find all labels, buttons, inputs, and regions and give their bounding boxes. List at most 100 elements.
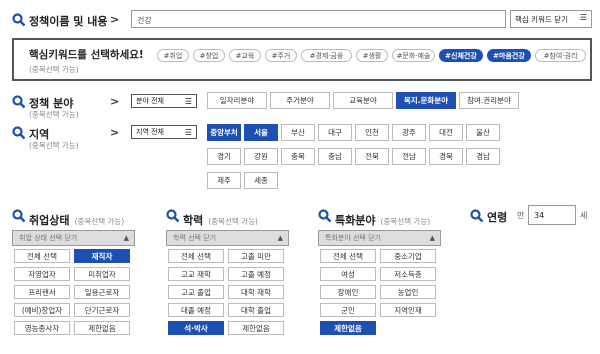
- employment-option[interactable]: 프리랜서: [14, 285, 70, 299]
- search-icon: [12, 13, 26, 27]
- education-select-label: 학력 선택 닫기: [173, 234, 217, 242]
- keyword-chip[interactable]: #경제·금융: [301, 49, 352, 62]
- specialty-option[interactable]: 중소기업: [380, 249, 436, 263]
- region-option[interactable]: 대구: [318, 124, 352, 141]
- education-option[interactable]: 고졸 미만: [228, 249, 284, 263]
- employment-option[interactable]: 제한없음: [74, 321, 130, 335]
- region-option[interactable]: 인천: [355, 124, 389, 141]
- specialty-option[interactable]: 제한없음: [320, 321, 376, 335]
- search-input[interactable]: 건강: [131, 10, 506, 28]
- keyword-chip[interactable]: #생활: [356, 49, 388, 62]
- specialty-option[interactable]: 농업인: [380, 285, 436, 299]
- specialty-option[interactable]: 지역인재: [380, 303, 436, 317]
- employment-option[interactable]: 전체 선택: [14, 249, 70, 263]
- specialty-option[interactable]: 저소득층: [380, 267, 436, 281]
- age-input[interactable]: 34: [528, 205, 576, 225]
- policy-field-option[interactable]: 교육분야: [333, 92, 393, 109]
- specialty-option[interactable]: 전체 선택: [320, 249, 376, 263]
- chevron-right-icon: >: [110, 95, 120, 108]
- keyword-chip[interactable]: #참여·권리: [535, 49, 586, 62]
- keyword-title: 핵심키워드를 선택하세요!: [29, 49, 144, 61]
- region-dropdown[interactable]: 지역 전체 ☰: [131, 125, 197, 139]
- region-option[interactable]: 충남: [318, 148, 352, 165]
- employment-option[interactable]: 미취업자: [74, 267, 130, 281]
- region-option[interactable]: 세종: [244, 172, 278, 189]
- employment-option[interactable]: (예비)창업자: [14, 303, 70, 317]
- search-icon: [12, 209, 26, 223]
- keyword-toggle-label: 핵심 키워드 닫기: [515, 14, 569, 24]
- hamburger-icon: ☰: [184, 128, 192, 137]
- specialty-option[interactable]: 장애인: [320, 285, 376, 299]
- specialty-select[interactable]: 특화분야 선택 닫기 ▲: [318, 230, 441, 246]
- education-subtitle: (중복선택 가능): [208, 217, 258, 226]
- region-option[interactable]: 울산: [466, 124, 500, 141]
- policy-field-option[interactable]: 일자리분야: [207, 92, 267, 109]
- keyword-chip[interactable]: #문화·예술: [392, 49, 435, 62]
- region-option[interactable]: 중앙부처: [207, 124, 241, 141]
- employment-option[interactable]: 단기근로자: [74, 303, 130, 317]
- region-option[interactable]: 광주: [392, 124, 426, 141]
- employment-option[interactable]: 영농종사자: [14, 321, 70, 335]
- search-icon: [12, 95, 26, 109]
- region-option[interactable]: 충북: [281, 148, 315, 165]
- keyword-chip[interactable]: #취업: [157, 49, 189, 62]
- specialty-option[interactable]: 여성: [320, 267, 376, 281]
- keyword-chip[interactable]: #창업: [193, 49, 225, 62]
- education-option[interactable]: 제한없음: [228, 321, 284, 335]
- specialty-heading: 특화분야 (중복선택 가능): [335, 209, 430, 228]
- education-select[interactable]: 학력 선택 닫기 ▲: [166, 230, 289, 246]
- keyword-toggle-button[interactable]: 핵심 키워드 닫기 ☰: [510, 10, 592, 28]
- region-option[interactable]: 강원: [244, 148, 278, 165]
- education-option[interactable]: 대학 재학: [228, 285, 284, 299]
- education-option[interactable]: 대졸 예정: [168, 303, 224, 317]
- region-option[interactable]: 제주: [207, 172, 241, 189]
- keyword-chip[interactable]: #신체건강: [439, 49, 483, 62]
- policy-field-option[interactable]: 주거분야: [270, 92, 330, 109]
- search-icon: [318, 209, 332, 223]
- education-option[interactable]: 고교 졸업: [168, 285, 224, 299]
- specialty-label: 특화분야: [335, 214, 376, 227]
- age-prefix: 만: [517, 211, 525, 220]
- region-option[interactable]: 전북: [355, 148, 389, 165]
- specialty-select-label: 특화분야 선택 닫기: [325, 234, 381, 242]
- policy-field-option[interactable]: 참여.권리분야: [459, 92, 519, 109]
- region-option[interactable]: 서울: [244, 124, 278, 141]
- employment-subtitle: (중복선택 가능): [74, 217, 125, 226]
- chevron-right-icon: >: [110, 13, 120, 26]
- triangle-up-icon: ▲: [277, 234, 283, 242]
- employment-option[interactable]: 자영업자: [14, 267, 70, 281]
- specialty-subtitle: (중복선택 가능): [380, 217, 431, 226]
- education-option[interactable]: 대학 졸업: [228, 303, 284, 317]
- region-option[interactable]: 전남: [392, 148, 426, 165]
- region-option[interactable]: 경북: [429, 148, 463, 165]
- search-icon: [12, 126, 26, 140]
- employment-heading: 취업상태 (중복선택 가능): [29, 209, 124, 228]
- employment-select[interactable]: 취업 상태 선택 닫기 ▲: [12, 230, 135, 246]
- policy-field-dropdown[interactable]: 분야 전체 ☰: [131, 94, 197, 108]
- education-label: 학력: [183, 214, 204, 227]
- policy-field-subtitle: (중복선택 가능): [29, 110, 79, 119]
- age-suffix: 세: [580, 211, 588, 220]
- search-label: 정책이름 및 내용: [29, 15, 108, 28]
- education-option[interactable]: 고교 재학: [168, 267, 224, 281]
- keyword-chip[interactable]: #마음건강: [487, 49, 531, 62]
- education-option[interactable]: 전체 선택: [168, 249, 224, 263]
- keyword-subtitle: (중복선택 가능): [29, 65, 79, 74]
- hamburger-icon: ☰: [579, 13, 587, 22]
- region-dropdown-label: 지역 전체: [136, 128, 164, 136]
- policy-field-option[interactable]: 복지.문화분야: [396, 92, 456, 109]
- employment-option[interactable]: 재직자: [74, 249, 130, 263]
- region-option[interactable]: 부산: [281, 124, 315, 141]
- education-option[interactable]: 석·박사: [168, 321, 224, 335]
- education-option[interactable]: 고졸 예정: [228, 267, 284, 281]
- hamburger-icon: ☰: [184, 97, 192, 106]
- specialty-option[interactable]: 군인: [320, 303, 376, 317]
- keyword-chip[interactable]: #교육: [229, 49, 261, 62]
- keyword-chip[interactable]: #주거: [265, 49, 297, 62]
- search-icon: [166, 209, 180, 223]
- region-option[interactable]: 경남: [466, 148, 500, 165]
- region-option[interactable]: 대전: [429, 124, 463, 141]
- region-option[interactable]: 경기: [207, 148, 241, 165]
- triangle-up-icon: ▲: [123, 234, 129, 242]
- employment-option[interactable]: 일용근로자: [74, 285, 130, 299]
